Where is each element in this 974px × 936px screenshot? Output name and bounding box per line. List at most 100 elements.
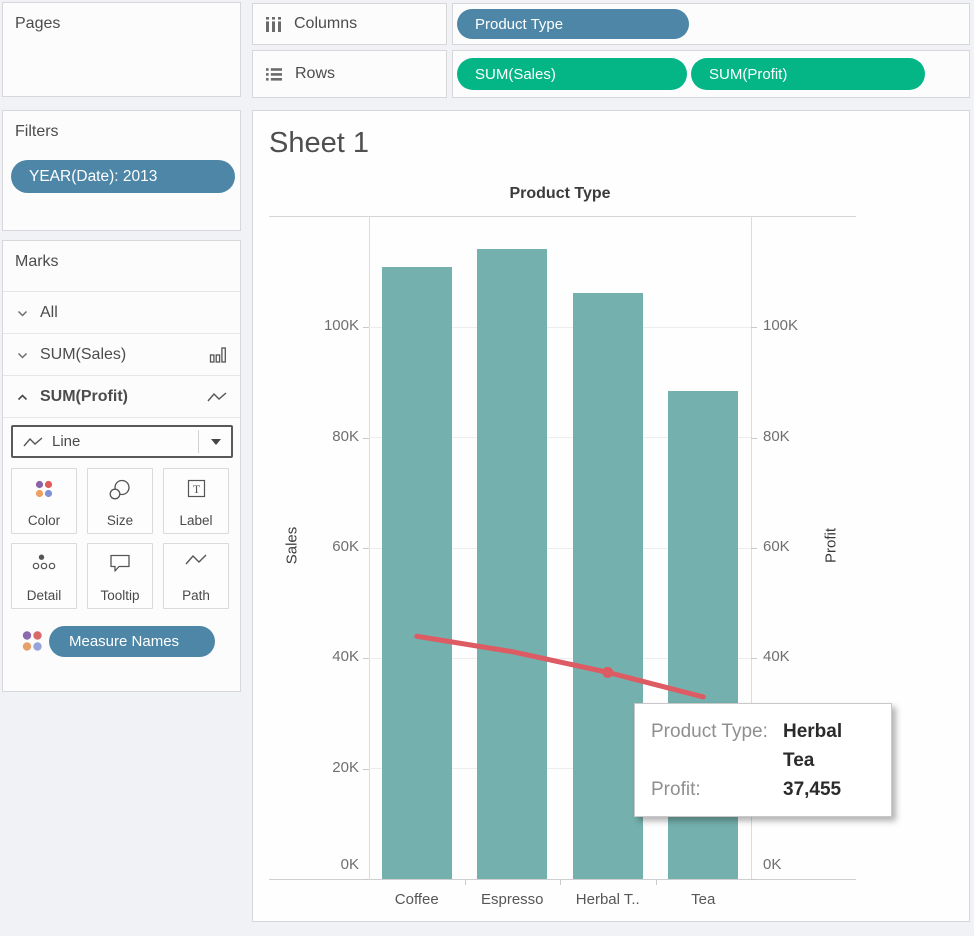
- line-chart-icon: [207, 391, 227, 403]
- axis-tick: [751, 548, 757, 549]
- chevron-down-icon[interactable]: [16, 349, 29, 362]
- category-tick: [560, 879, 561, 885]
- detail-button[interactable]: Detail: [11, 543, 77, 609]
- category-label[interactable]: Espresso: [465, 891, 561, 908]
- columns-pill-area: Product Type: [457, 9, 689, 39]
- sheet-title: Sheet 1: [269, 127, 369, 160]
- axis-tick: [751, 879, 757, 880]
- button-label: Tooltip: [88, 588, 152, 603]
- field-pill-label: SUM(Profit): [709, 66, 787, 83]
- tooltip-row: Product Type:Herbal Tea: [651, 717, 875, 775]
- filters-shelf[interactable]: Filters YEAR(Date): 2013: [2, 110, 241, 231]
- button-label: Path: [164, 588, 228, 603]
- left-axis-tick-label: 20K: [259, 759, 359, 776]
- field-pill[interactable]: SUM(Sales): [457, 58, 687, 90]
- right-axis-tick-label: 40K: [763, 648, 863, 665]
- columns-label: Columns: [294, 15, 357, 33]
- right-axis-tick-label: 0K: [763, 856, 863, 873]
- field-pill[interactable]: YEAR(Date): 2013: [11, 160, 235, 193]
- marks-card: Marks All SUM(Sales) SUM(Profit) Line Colo…: [2, 240, 241, 692]
- svg-text:T: T: [192, 482, 200, 496]
- pages-shelf[interactable]: Pages: [2, 2, 241, 97]
- axis-tick: [363, 879, 369, 880]
- divider: [198, 430, 199, 453]
- path-button[interactable]: Path: [163, 543, 229, 609]
- category-tick: [656, 879, 657, 885]
- marks-row-label: SUM(Sales): [40, 346, 126, 364]
- columns-shelf[interactable]: Product Type: [452, 3, 970, 45]
- x-axis-line: [269, 879, 856, 880]
- tooltip-row: Profit:37,455: [651, 775, 875, 804]
- tooltip: Product Type:Herbal TeaProfit:37,455: [634, 703, 892, 817]
- right-axis-tick-label: 80K: [763, 428, 863, 445]
- mark-type-value: Line: [52, 433, 80, 450]
- size-button[interactable]: Size: [87, 468, 153, 534]
- filters-title: Filters: [15, 123, 59, 141]
- field-pill-label: Product Type: [475, 16, 563, 33]
- category-tick: [465, 879, 466, 885]
- button-label: Detail: [12, 588, 76, 603]
- chevron-down-icon[interactable]: [16, 307, 29, 320]
- label-icon: T: [164, 478, 228, 499]
- color-button[interactable]: Color: [11, 468, 77, 534]
- left-axis-tick-label: 100K: [259, 317, 359, 334]
- label-button[interactable]: T Label: [163, 468, 229, 534]
- left-axis-tick-label: 40K: [259, 648, 359, 665]
- rows-shelf[interactable]: SUM(Sales) SUM(Profit): [452, 50, 970, 98]
- detail-icon: [12, 553, 76, 572]
- divider: [3, 291, 240, 292]
- category-label[interactable]: Tea: [656, 891, 752, 908]
- profit-line[interactable]: [417, 636, 704, 697]
- field-pill[interactable]: Product Type: [457, 9, 689, 39]
- color-icon: [12, 478, 76, 502]
- mark-type-dropdown[interactable]: Line: [11, 425, 233, 458]
- rows-pill-area: SUM(Sales) SUM(Profit): [457, 58, 925, 90]
- measure-names-pill[interactable]: Measure Names: [49, 626, 215, 657]
- tooltip-value: Herbal Tea: [783, 717, 875, 775]
- tooltip-icon: [88, 553, 152, 574]
- chevron-up-icon[interactable]: [16, 391, 29, 404]
- category-label[interactable]: Coffee: [369, 891, 465, 908]
- rows-shelf-label: Rows: [252, 50, 447, 98]
- size-icon: [88, 478, 152, 502]
- measure-names-dots-icon: [19, 628, 45, 654]
- marks-title: Marks: [15, 253, 59, 271]
- left-axis-tick-label: 80K: [259, 428, 359, 445]
- tableau-workspace: Pages Filters YEAR(Date): 2013 Marks All…: [0, 0, 974, 936]
- axis-tick: [751, 658, 757, 659]
- right-axis-tick-label: 60K: [763, 538, 863, 555]
- tooltip-value: 37,455: [783, 775, 841, 804]
- highlighted-point[interactable]: [602, 667, 613, 678]
- rows-label: Rows: [295, 65, 335, 83]
- right-axis-tick-label: 100K: [763, 317, 863, 334]
- columns-icon: [265, 16, 282, 32]
- chevron-down-icon[interactable]: [211, 439, 221, 445]
- marks-row-label: SUM(Profit): [40, 388, 128, 406]
- field-pill-label: YEAR(Date): 2013: [29, 168, 157, 186]
- line-mark-icon: [23, 436, 43, 448]
- filters-pill-area: YEAR(Date): 2013: [11, 160, 235, 193]
- column-field-header: Product Type: [369, 185, 751, 203]
- path-icon: [164, 553, 228, 567]
- field-pill-label: SUM(Sales): [475, 66, 556, 83]
- bar-chart-icon: [209, 347, 227, 364]
- pages-title: Pages: [15, 15, 60, 33]
- marks-row-sum-profit-[interactable]: SUM(Profit): [3, 377, 240, 418]
- button-label: Size: [88, 513, 152, 528]
- tooltip-button[interactable]: Tooltip: [87, 543, 153, 609]
- rows-icon: [265, 67, 283, 82]
- marks-row-all[interactable]: All: [3, 293, 240, 334]
- button-label: Color: [12, 513, 76, 528]
- sheet-view: Sheet 1 Product Type Sales Profit 0K0K20…: [252, 110, 970, 922]
- button-label: Label: [164, 513, 228, 528]
- marks-row-sum-sales-[interactable]: SUM(Sales): [3, 335, 240, 376]
- tooltip-label: Profit:: [651, 775, 783, 804]
- left-axis-tick-label: 0K: [259, 856, 359, 873]
- marks-row-label: All: [40, 304, 58, 322]
- left-axis-tick-label: 60K: [259, 538, 359, 555]
- field-pill[interactable]: SUM(Profit): [691, 58, 925, 90]
- tooltip-label: Product Type:: [651, 717, 783, 775]
- category-label[interactable]: Herbal T..: [560, 891, 656, 908]
- columns-shelf-label: Columns: [252, 3, 447, 45]
- axis-tick: [751, 327, 757, 328]
